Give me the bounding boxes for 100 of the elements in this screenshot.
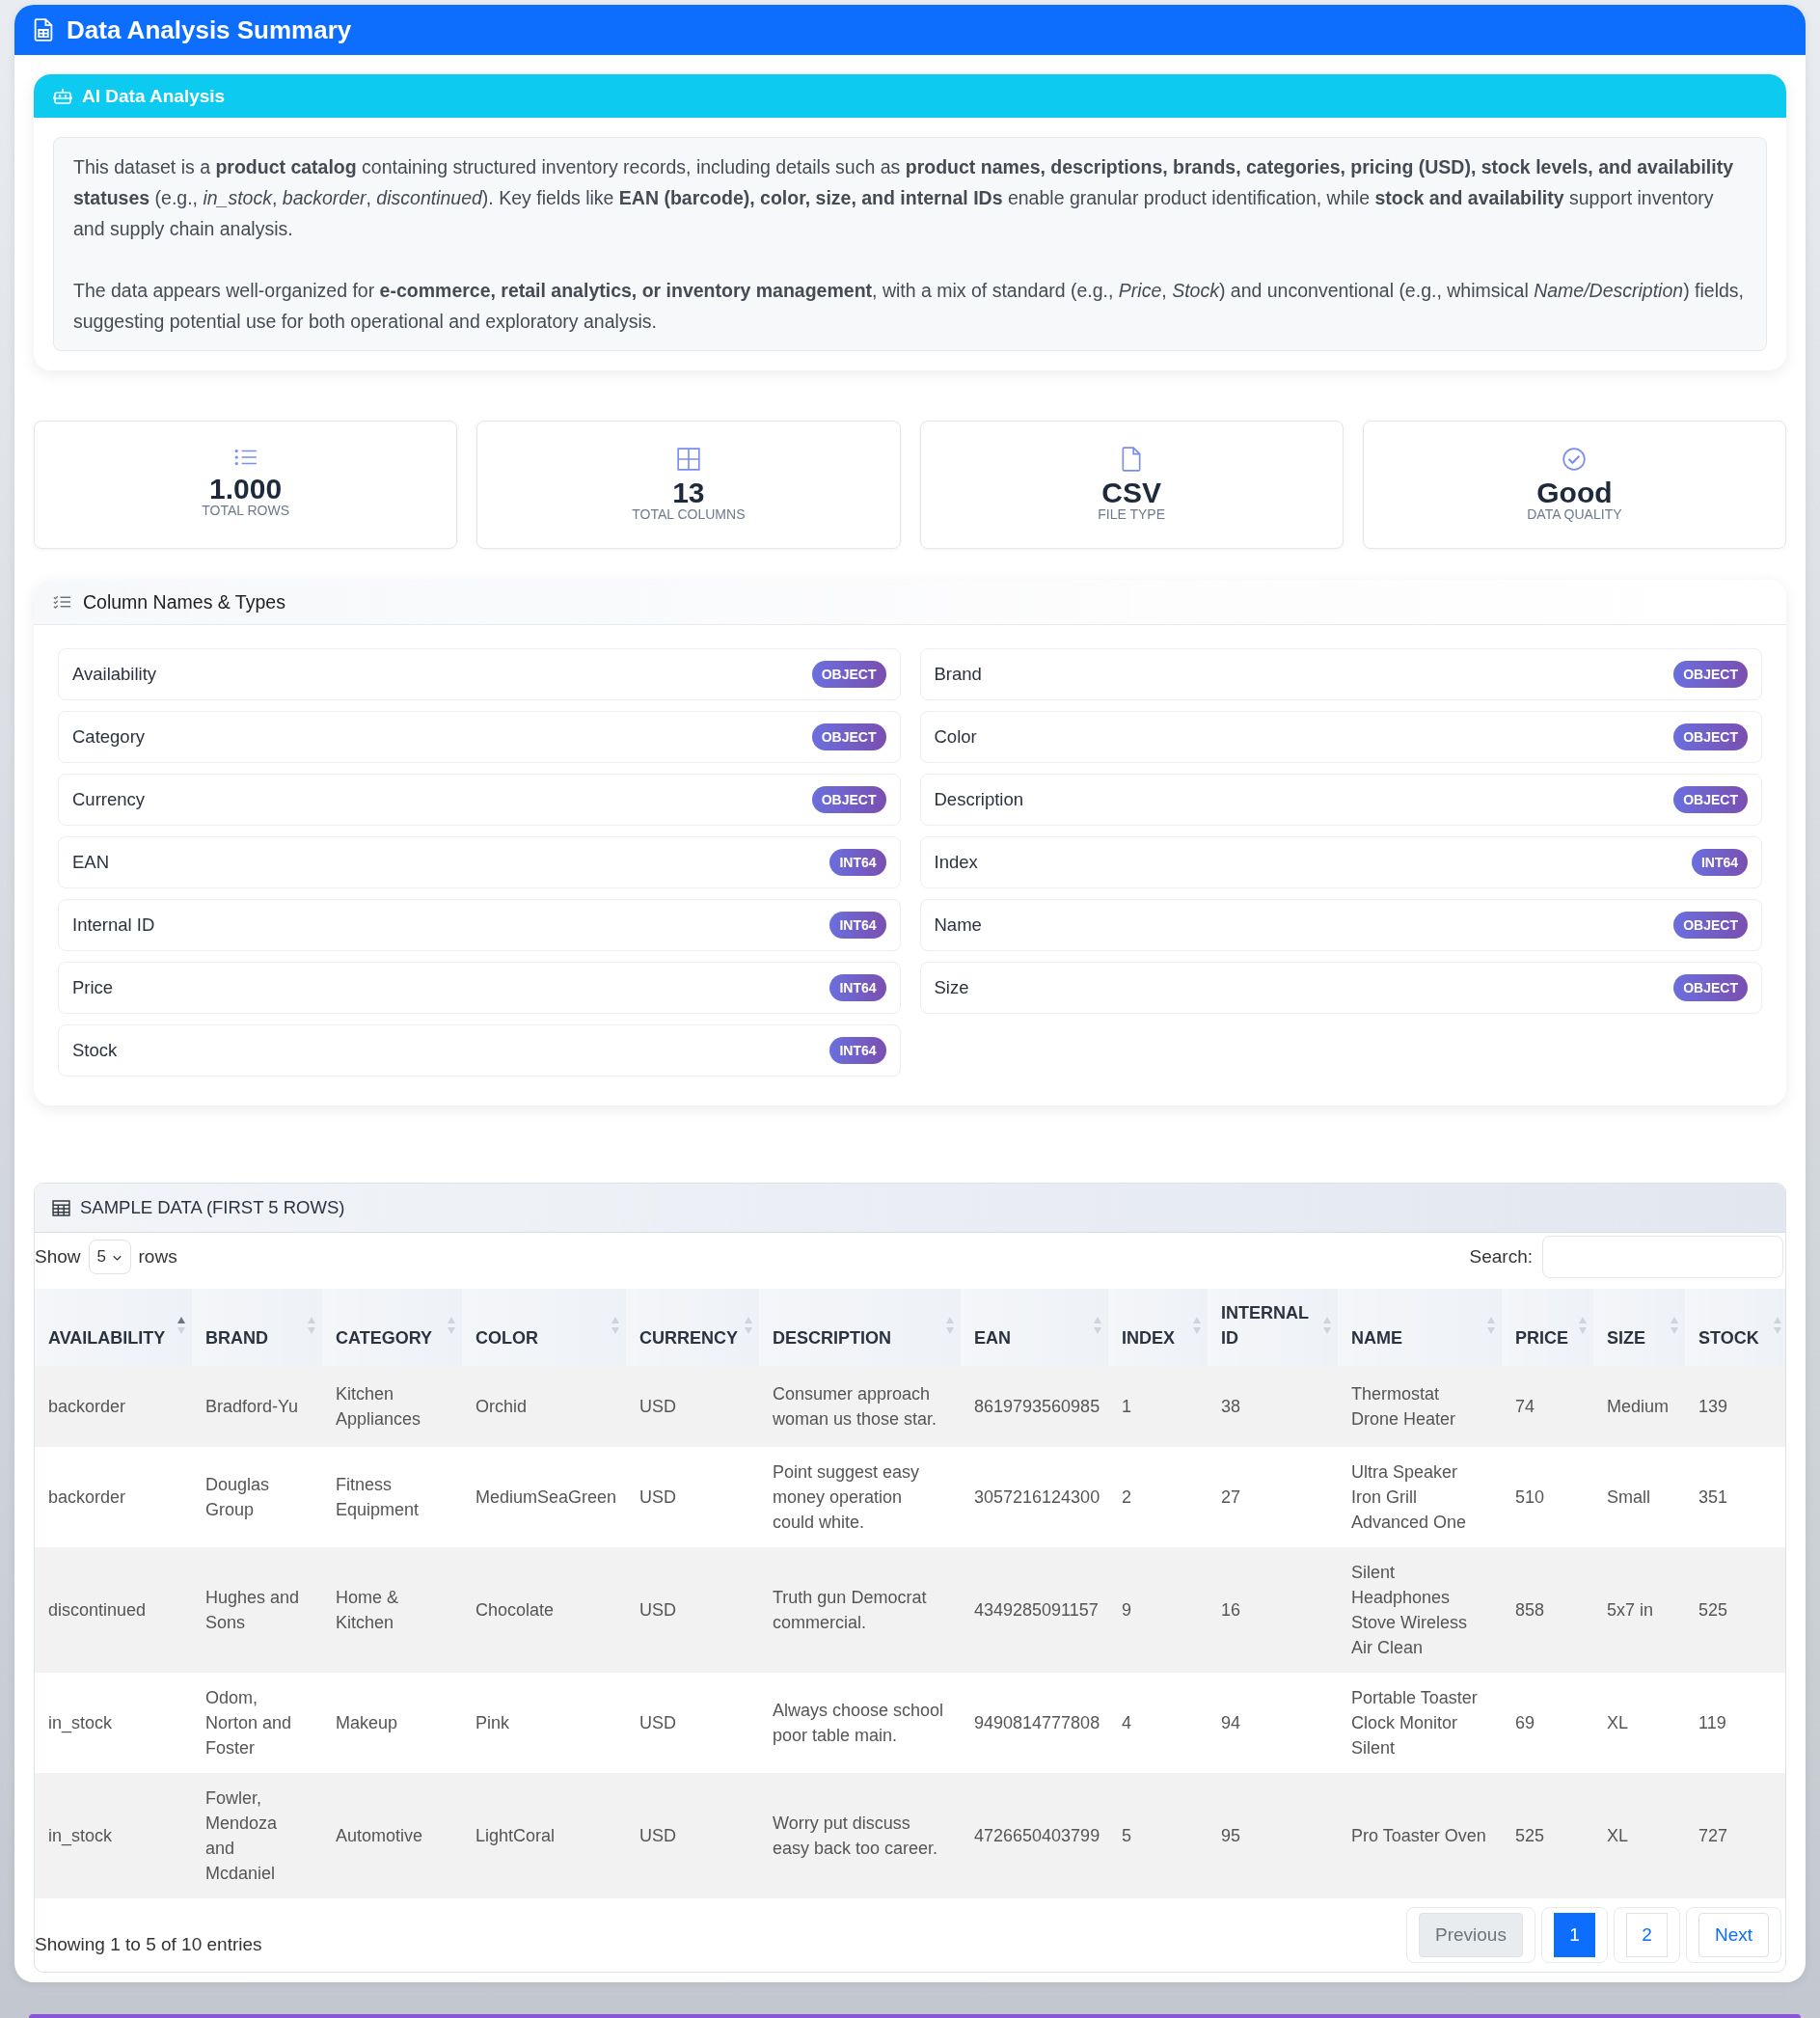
column-name: Category: [72, 726, 146, 748]
table-cell: discontinued: [48, 1600, 147, 1620]
table-cell: Orchid: [475, 1397, 527, 1416]
chevron-down-icon: [112, 1255, 122, 1262]
stat-label: DATA QUALITY: [1527, 506, 1622, 522]
column-header[interactable]: STOCK: [1685, 1289, 1785, 1366]
stat-value: 13: [672, 479, 705, 506]
table-cell: 95: [1221, 1826, 1241, 1845]
table-cell: USD: [639, 1600, 676, 1620]
search-field[interactable]: [1542, 1236, 1783, 1278]
table-cell: 4: [1122, 1713, 1131, 1732]
table-cell: Silent Headphones Stove Wireless Air Clean: [1351, 1563, 1468, 1657]
column-header[interactable]: CATEGORY: [322, 1289, 462, 1366]
table-cell: Fowler, Mendoza and Mcdaniel: [205, 1788, 278, 1883]
table-cell: Douglas Group: [205, 1475, 270, 1519]
table-cell: Chocolate: [475, 1600, 555, 1620]
table-cell: in_stock: [48, 1713, 113, 1732]
table-cell: 139: [1698, 1397, 1728, 1416]
table-cell: Home & Kitchen: [336, 1588, 399, 1632]
column-header[interactable]: SIZE: [1593, 1289, 1685, 1366]
column-header[interactable]: AVAILABILITY: [35, 1289, 192, 1366]
page-button[interactable]: 2: [1625, 1913, 1668, 1957]
column-header[interactable]: INTERNAL ID: [1208, 1289, 1338, 1366]
table-cell: Medium: [1607, 1397, 1670, 1416]
column-name: Brand: [934, 664, 982, 685]
stat-label: TOTAL ROWS: [202, 503, 289, 518]
column-header[interactable]: COLOR: [462, 1289, 626, 1366]
page-button[interactable]: 1: [1553, 1913, 1595, 1957]
table-cell: Consumer approach woman us those star.: [773, 1384, 937, 1429]
table-cell: Portable Toaster Clock Monitor Silent: [1351, 1688, 1478, 1758]
table-cell: Small: [1607, 1487, 1650, 1507]
type-badge: OBJECT: [811, 786, 886, 813]
table-cell: Bradford-Yu: [205, 1397, 299, 1416]
file-icon: [1121, 447, 1143, 472]
column-header[interactable]: BRAND: [192, 1289, 322, 1366]
page-title: Data Analysis Summary: [67, 14, 352, 45]
table-cell: Worry put discuss easy back too career.: [773, 1813, 938, 1858]
column-header[interactable]: DESCRIPTION: [759, 1289, 961, 1366]
column-name: Name: [934, 914, 982, 936]
type-badge: OBJECT: [811, 661, 886, 688]
table-cell: Fitness Equipment: [336, 1475, 420, 1519]
table-cell: 3057216124300: [974, 1487, 1100, 1507]
table-cell: 94: [1221, 1713, 1241, 1732]
column-header[interactable]: NAME: [1338, 1289, 1502, 1366]
next-button[interactable]: Next: [1698, 1913, 1769, 1957]
type-badge: INT64: [829, 974, 886, 1001]
column-name: Index: [934, 852, 978, 873]
column-header[interactable]: INDEX: [1108, 1289, 1208, 1366]
table-cell: 858: [1515, 1600, 1545, 1620]
table-cell: XL: [1607, 1826, 1629, 1845]
table-cell: Pink: [475, 1713, 509, 1732]
table-cell: Kitchen Appliances: [336, 1384, 421, 1429]
column-header[interactable]: CURRENCY: [626, 1289, 759, 1366]
table-cell: USD: [639, 1713, 676, 1732]
table-cell: USD: [639, 1397, 676, 1416]
stat-value: CSV: [1101, 479, 1161, 506]
table-cell: 525: [1698, 1600, 1728, 1620]
table-cell: 119: [1698, 1713, 1726, 1732]
stat-value: 1.000: [209, 476, 283, 503]
section-title: Column Names & Types: [83, 590, 285, 614]
spreadsheet-icon: [34, 18, 53, 41]
table-cell: 9: [1122, 1600, 1131, 1620]
ai-analysis-title: AI Data Analysis: [82, 85, 226, 107]
column-header[interactable]: EAN: [961, 1289, 1108, 1366]
table-cell: 27: [1221, 1487, 1241, 1507]
column-name: Currency: [72, 789, 146, 810]
column-name: Price: [72, 977, 114, 998]
column-name: Stock: [72, 1040, 118, 1061]
table-cell: 16: [1221, 1600, 1241, 1620]
type-badge: INT64: [829, 1037, 886, 1064]
table-cell: 74: [1515, 1397, 1535, 1416]
type-badge: OBJECT: [1673, 661, 1748, 688]
column-name: Color: [934, 726, 977, 748]
table-cell: Always choose school poor table main.: [773, 1701, 944, 1745]
column-name: Description: [934, 789, 1024, 810]
table-cell: Makeup: [336, 1713, 398, 1732]
list-check-icon: [53, 594, 71, 610]
column-name: Availability: [72, 664, 157, 685]
robot-icon: [53, 87, 72, 105]
table-cell: 5: [1122, 1826, 1131, 1845]
table-icon: [52, 1199, 70, 1216]
column-header[interactable]: PRICE: [1502, 1289, 1593, 1366]
table-cell: MediumSeaGreen: [475, 1487, 617, 1507]
table-cell: 1: [1122, 1397, 1131, 1416]
table-cell: backorder: [48, 1487, 126, 1507]
table-cell: Pro Toaster Oven: [1351, 1826, 1486, 1845]
table-cell: 727: [1698, 1826, 1728, 1845]
rows-select[interactable]: 5: [88, 1240, 131, 1274]
table-cell: in_stock: [48, 1826, 113, 1845]
table-cell: Truth gun Democrat commercial.: [773, 1588, 927, 1632]
type-badge: OBJECT: [811, 723, 886, 750]
table-cell: Hughes and Sons: [205, 1588, 300, 1632]
table-cell: 9490814777808: [974, 1713, 1100, 1732]
table-cell: Point suggest easy money operation could white.: [773, 1462, 920, 1532]
analysis-paragraph: The data appears well-organized for e-commerce, retail analytics, or inventory management, with a mix of standard (e.g., Price, Stock) and unconventional (e.g., whimsical Name/Description) fields, suggesting potential use for both operational and exploratory analysis.: [73, 279, 1745, 334]
type-badge: OBJECT: [1673, 786, 1748, 813]
table-cell: Odom, Norton and Foster: [205, 1688, 292, 1758]
table-cell: 2: [1122, 1487, 1131, 1507]
table-cell: 351: [1698, 1487, 1728, 1507]
rows-label: rows: [138, 1246, 177, 1268]
